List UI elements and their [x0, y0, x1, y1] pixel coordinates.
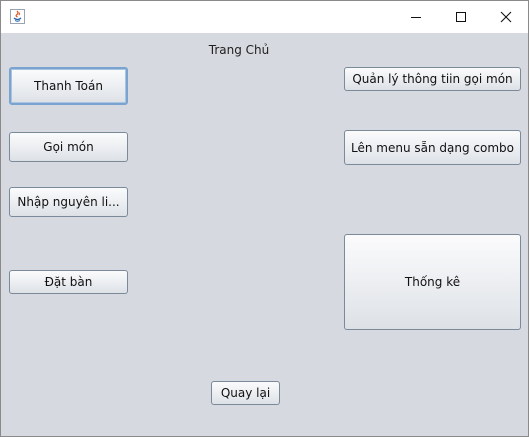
minimize-button[interactable] — [393, 1, 438, 33]
nhap-nguyen-lieu-button[interactable]: Nhập nguyên li... — [9, 187, 128, 217]
thanh-toan-button[interactable]: Thanh Toán — [9, 67, 128, 105]
maximize-button[interactable] — [438, 1, 483, 33]
quan-ly-thong-tin-goi-mon-button[interactable]: Quản lý thông tiin gọi món — [344, 67, 521, 91]
java-app-icon — [10, 9, 25, 24]
minimize-icon — [410, 17, 421, 18]
dat-ban-button[interactable]: Đặt bàn — [9, 270, 128, 294]
close-icon — [500, 11, 511, 23]
app-window: Trang Chủ Thanh Toán Gọi món Nhập nguyên… — [0, 0, 529, 437]
title-bar — [1, 1, 528, 33]
thong-ke-button[interactable]: Thống kê — [344, 234, 521, 330]
page-title: Trang Chủ — [208, 43, 270, 57]
goi-mon-button[interactable]: Gọi món — [9, 132, 128, 162]
close-button[interactable] — [483, 1, 528, 33]
len-menu-combo-button[interactable]: Lên menu sẵn dạng combo — [344, 130, 521, 165]
quay-lai-button[interactable]: Quay lại — [211, 381, 280, 405]
maximize-icon — [455, 12, 466, 22]
main-panel: Trang Chủ Thanh Toán Gọi món Nhập nguyên… — [1, 33, 528, 436]
